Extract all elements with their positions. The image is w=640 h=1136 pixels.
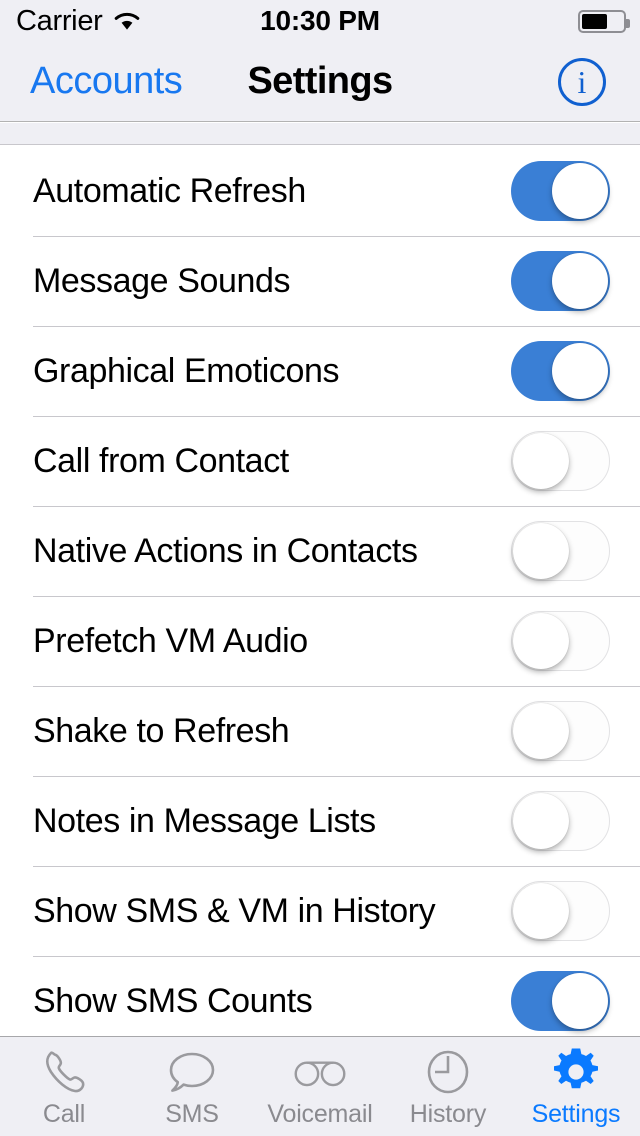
toggle-switch[interactable] <box>511 341 610 401</box>
settings-row[interactable]: Show SMS Counts <box>0 956 640 1036</box>
settings-row-label: Prefetch VM Audio <box>33 622 511 661</box>
phone-screen: Carrier 10:30 PM Accounts Settings i Aut… <box>0 0 640 1136</box>
tape-reels-icon <box>292 1045 348 1099</box>
settings-row-label: Show SMS Counts <box>33 982 511 1021</box>
settings-row[interactable]: Show SMS & VM in History <box>0 866 640 956</box>
tab-sms[interactable]: SMS <box>128 1037 256 1136</box>
tab-label: Voicemail <box>267 1100 372 1129</box>
tab-history[interactable]: History <box>384 1037 512 1136</box>
settings-row[interactable]: Native Actions in Contacts <box>0 506 640 596</box>
toggle-switch[interactable] <box>511 611 610 671</box>
toggle-knob <box>513 613 569 669</box>
tab-label: SMS <box>165 1100 219 1129</box>
toggle-switch[interactable] <box>511 521 610 581</box>
settings-row[interactable]: Shake to Refresh <box>0 686 640 776</box>
toggle-knob <box>513 433 569 489</box>
navigation-bar: Accounts Settings i <box>0 42 640 122</box>
settings-row-label: Notes in Message Lists <box>33 802 511 841</box>
toggle-switch[interactable] <box>511 161 610 221</box>
toggle-knob <box>513 523 569 579</box>
status-bar-right <box>578 10 626 33</box>
toggle-switch[interactable] <box>511 791 610 851</box>
tab-label: History <box>410 1100 486 1129</box>
settings-row[interactable]: Graphical Emoticons <box>0 326 640 416</box>
settings-row[interactable]: Prefetch VM Audio <box>0 596 640 686</box>
toggle-switch[interactable] <box>511 881 610 941</box>
settings-row[interactable]: Notes in Message Lists <box>0 776 640 866</box>
tab-label: Settings <box>532 1100 621 1129</box>
settings-row-label: Shake to Refresh <box>33 712 511 751</box>
tab-call[interactable]: Call <box>0 1037 128 1136</box>
info-circle-icon[interactable]: i <box>558 58 606 106</box>
toggle-knob <box>513 793 569 849</box>
settings-row[interactable]: Call from Contact <box>0 416 640 506</box>
toggle-knob <box>552 343 608 399</box>
settings-row-label: Native Actions in Contacts <box>33 532 511 571</box>
toggle-knob <box>552 253 608 309</box>
settings-row-label: Graphical Emoticons <box>33 352 511 391</box>
toggle-switch[interactable] <box>511 701 610 761</box>
toggle-switch[interactable] <box>511 251 610 311</box>
gear-icon <box>550 1045 602 1099</box>
tab-settings[interactable]: Settings <box>512 1037 640 1136</box>
toggle-knob <box>552 163 608 219</box>
settings-row-label: Show SMS & VM in History <box>33 892 511 931</box>
settings-row-label: Automatic Refresh <box>33 172 511 211</box>
toggle-switch[interactable] <box>511 431 610 491</box>
toggle-knob <box>552 973 608 1029</box>
settings-row[interactable]: Message Sounds <box>0 236 640 326</box>
battery-icon <box>578 10 626 33</box>
settings-list: Automatic Refresh Message Sounds Graphical… <box>0 146 640 1036</box>
phone-handset-icon <box>38 1045 90 1099</box>
settings-row[interactable]: Automatic Refresh <box>0 146 640 236</box>
status-bar-clock: 10:30 PM <box>0 5 640 37</box>
info-letter: i <box>578 66 587 98</box>
list-top-spacer <box>0 123 640 145</box>
status-bar: Carrier 10:30 PM <box>0 0 640 42</box>
clock-icon <box>422 1045 474 1099</box>
toggle-knob <box>513 883 569 939</box>
speech-bubble-icon <box>166 1045 218 1099</box>
page-title: Settings <box>0 60 640 103</box>
tab-label: Call <box>43 1100 85 1129</box>
tab-voicemail[interactable]: Voicemail <box>256 1037 384 1136</box>
toggle-knob <box>513 703 569 759</box>
tab-bar: Call SMS Voicemail History Settings <box>0 1036 640 1136</box>
settings-row-label: Call from Contact <box>33 442 511 481</box>
settings-row-label: Message Sounds <box>33 262 511 301</box>
toggle-switch[interactable] <box>511 971 610 1031</box>
